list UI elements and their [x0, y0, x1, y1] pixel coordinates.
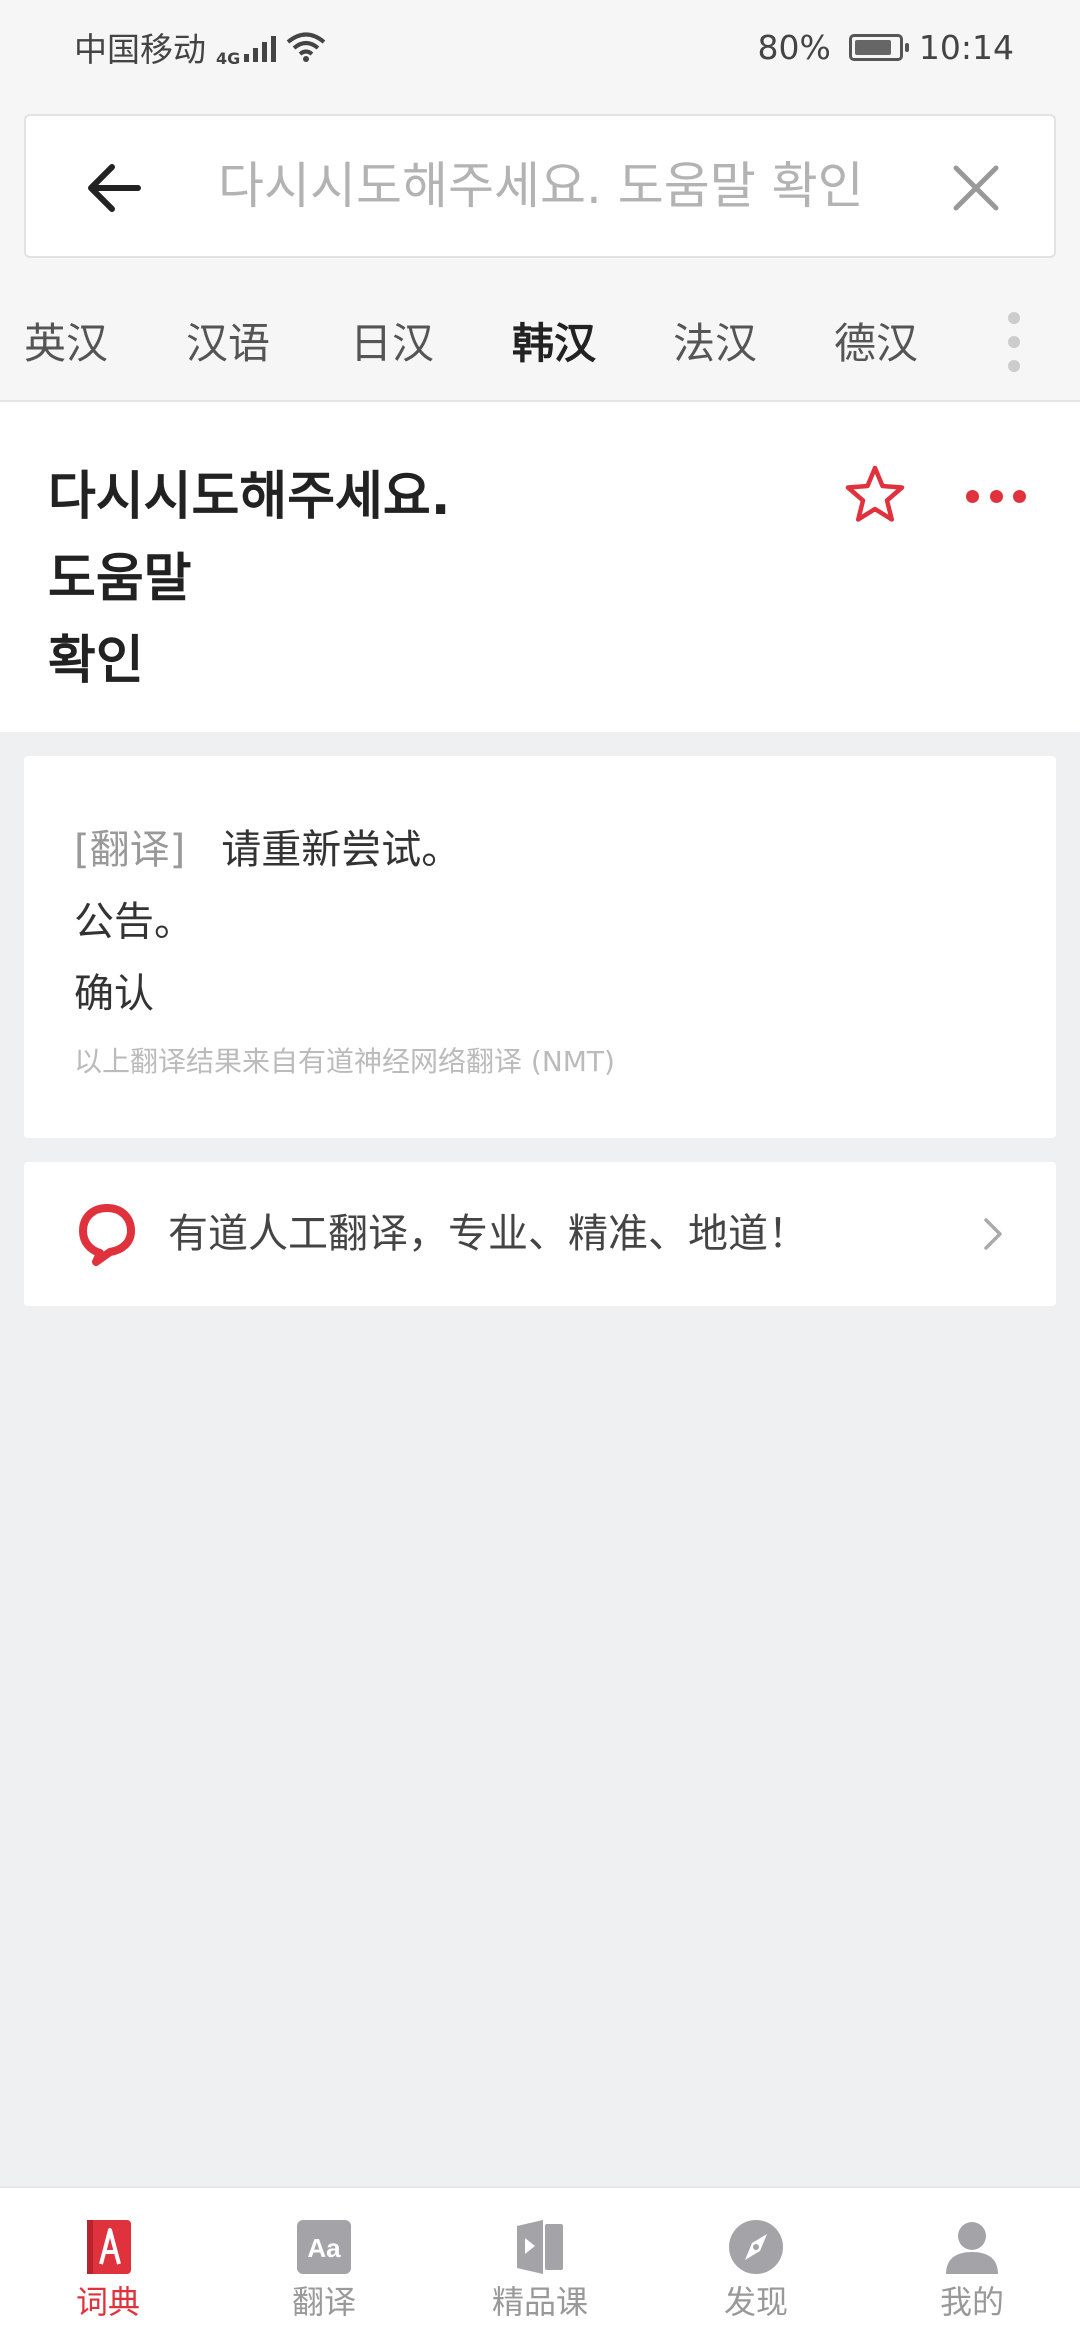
bottom-nav: 词典 Aa 翻译 精品课 发现 我的: [0, 2186, 1080, 2340]
tab-ko-zh[interactable]: 韩汉: [512, 314, 596, 374]
close-icon[interactable]: [946, 158, 1006, 218]
network-type: 4G: [216, 49, 241, 68]
star-outline-icon[interactable]: [844, 464, 906, 524]
translation-source-note: 以上翻译结果来自有道神经网络翻译 (NMT): [74, 1045, 615, 1078]
profile-icon: [946, 2222, 998, 2274]
tab-ja-zh[interactable]: 日汉: [350, 314, 434, 374]
tab-de-zh[interactable]: 德汉: [834, 314, 918, 374]
search-area: 다시시도해주세요. 도움말 확인: [0, 94, 1080, 292]
human-translation-button[interactable]: 有道人工翻译，专业、精准、地道！: [24, 1162, 1056, 1306]
headword: 다시시도해주세요. 도움말 확인: [48, 456, 808, 702]
translation-line: 公告。: [74, 899, 194, 945]
status-left: 中国移动 4G: [74, 23, 326, 71]
wifi-icon: [286, 32, 326, 62]
tab-zh[interactable]: 汉语: [186, 314, 270, 374]
translation-card: [翻译] 请重新尝试。 公告。 确认 以上翻译结果来自有道神经网络翻译 (NMT): [24, 756, 1056, 1138]
translation-text: 请重新尝试。: [221, 827, 462, 873]
language-tabs: 英汉 汉语 日汉 韩汉 法汉 德汉: [0, 292, 1080, 402]
nav-course[interactable]: 精品课: [432, 2188, 648, 2340]
nav-dictionary[interactable]: 词典: [0, 2188, 216, 2340]
battery-percent: 80%: [757, 27, 831, 67]
nav-discover[interactable]: 发现: [648, 2188, 864, 2340]
status-right: 80% 10:14: [758, 28, 1014, 67]
arrow-left-icon[interactable]: [78, 152, 150, 224]
clock: 10:14: [918, 27, 1014, 67]
headword-line: 확인: [48, 631, 144, 691]
status-bar: 中国移动 4G 80% 10:14: [0, 0, 1080, 94]
course-icon: [517, 2220, 563, 2274]
headword-line: 도움말: [48, 549, 192, 609]
carrier-name: 中国移动: [74, 30, 206, 69]
translation-tag: [翻译]: [74, 827, 186, 873]
battery-icon: [848, 33, 909, 61]
human-translation-label: 有道人工翻译，专业、精准、地道！: [168, 1211, 808, 1257]
nav-label: 发现: [723, 2283, 788, 2321]
translation-line: [翻译] 请重新尝试。: [74, 814, 1056, 886]
word-header: 다시시도해주세요. 도움말 확인: [0, 402, 1080, 732]
nav-profile[interactable]: 我的: [864, 2188, 1080, 2340]
tabs-more-icon[interactable]: [1006, 312, 1022, 372]
headword-line: 다시시도해주세요.: [48, 467, 451, 527]
nav-translate[interactable]: Aa 翻译: [216, 2188, 432, 2340]
nav-label: 我的: [939, 2283, 1004, 2321]
nav-label: 精品课: [491, 2283, 588, 2321]
dictionary-icon: [87, 2220, 131, 2274]
translate-icon: Aa: [297, 2220, 351, 2274]
search-box: 다시시도해주세요. 도움말 확인: [24, 114, 1056, 258]
signal-icon: [244, 32, 277, 62]
translation-line: 确认: [74, 971, 154, 1017]
more-dots-icon[interactable]: [966, 488, 1026, 504]
compass-icon: [729, 2220, 783, 2274]
tab-en-zh[interactable]: 英汉: [24, 314, 108, 374]
nav-label: 词典: [75, 2283, 140, 2321]
nav-label: 翻译: [291, 2283, 356, 2321]
tab-fr-zh[interactable]: 法汉: [673, 314, 757, 374]
youdao-human-icon: [79, 1204, 135, 1266]
search-input[interactable]: 다시시도해주세요. 도움말 확인: [218, 116, 918, 256]
chevron-right-icon: [984, 1218, 1002, 1250]
svg-text:Aa: Aa: [307, 2233, 341, 2263]
